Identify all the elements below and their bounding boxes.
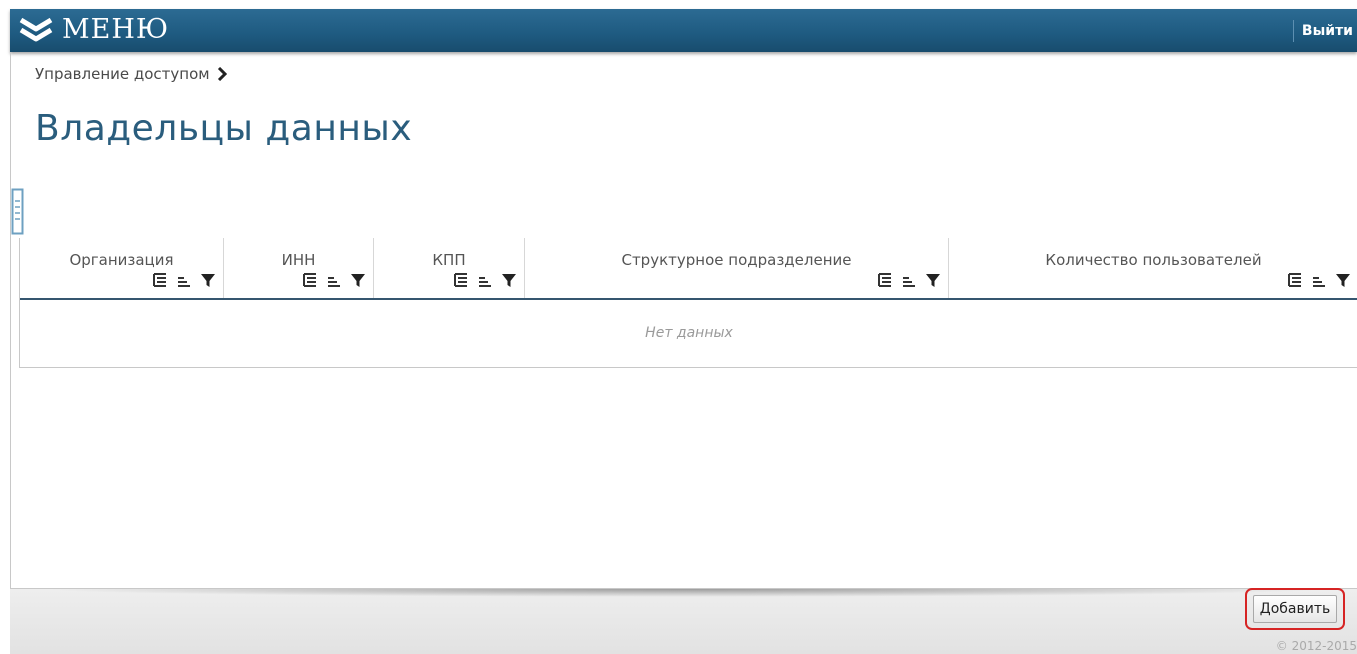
column-header-kpp[interactable]: КПП <box>374 238 525 298</box>
column-label: Организация <box>69 251 174 269</box>
footer-bar: Добавить © 2012-2015 <box>10 588 1357 654</box>
chevron-right-icon <box>217 67 227 81</box>
menu-label: МЕНЮ <box>62 14 170 45</box>
filter-icon[interactable] <box>502 273 516 287</box>
filter-icon[interactable] <box>201 273 215 287</box>
column-header-inn[interactable]: ИНН <box>224 238 374 298</box>
top-strip <box>0 0 1357 9</box>
grouping-icon[interactable] <box>153 273 167 287</box>
page-title: Владельцы данных <box>35 108 413 149</box>
sort-icon[interactable] <box>902 273 916 287</box>
sort-icon[interactable] <box>327 273 341 287</box>
grid-header: Организация ИНН КПП Структурное подразде… <box>20 238 1357 300</box>
breadcrumb: Управление доступом <box>35 65 227 83</box>
filter-icon[interactable] <box>1336 273 1350 287</box>
grouping-icon[interactable] <box>1288 273 1302 287</box>
column-label: Структурное подразделение <box>621 251 852 269</box>
grouping-icon[interactable] <box>454 273 468 287</box>
content-area: Управление доступом Владельцы данных Орг… <box>10 52 1357 589</box>
grouping-icon[interactable] <box>878 273 892 287</box>
footer-shadow <box>40 589 1330 597</box>
column-label: Количество пользователей <box>1045 251 1262 269</box>
column-header-department[interactable]: Структурное подразделение <box>525 238 949 298</box>
app-header: МЕНЮ Выйти <box>10 9 1357 52</box>
copyright: © 2012-2015 <box>1275 639 1357 653</box>
no-data-text: Нет данных <box>645 325 733 341</box>
add-button-highlight: Добавить <box>1245 588 1345 630</box>
filter-icon[interactable] <box>926 273 940 287</box>
menu-button[interactable]: МЕНЮ <box>18 13 169 47</box>
grouping-icon[interactable] <box>303 273 317 287</box>
add-button[interactable]: Добавить <box>1253 595 1337 623</box>
data-owners-grid: Организация ИНН КПП Структурное подразде… <box>19 238 1357 368</box>
double-chevron-down-icon <box>19 17 53 42</box>
sort-icon[interactable] <box>478 273 492 287</box>
filter-icon[interactable] <box>351 273 365 287</box>
column-chooser-icon[interactable] <box>11 188 25 235</box>
sort-icon[interactable] <box>1312 273 1326 287</box>
breadcrumb-access-management[interactable]: Управление доступом <box>35 65 210 83</box>
sort-icon[interactable] <box>177 273 191 287</box>
column-header-user-count[interactable]: Количество пользователей <box>949 238 1357 298</box>
column-label: ИНН <box>281 251 316 269</box>
column-header-organization[interactable]: Организация <box>20 238 224 298</box>
column-label: КПП <box>432 251 466 269</box>
grid-empty-row: Нет данных <box>20 300 1357 366</box>
logout-link[interactable]: Выйти <box>1292 20 1357 42</box>
